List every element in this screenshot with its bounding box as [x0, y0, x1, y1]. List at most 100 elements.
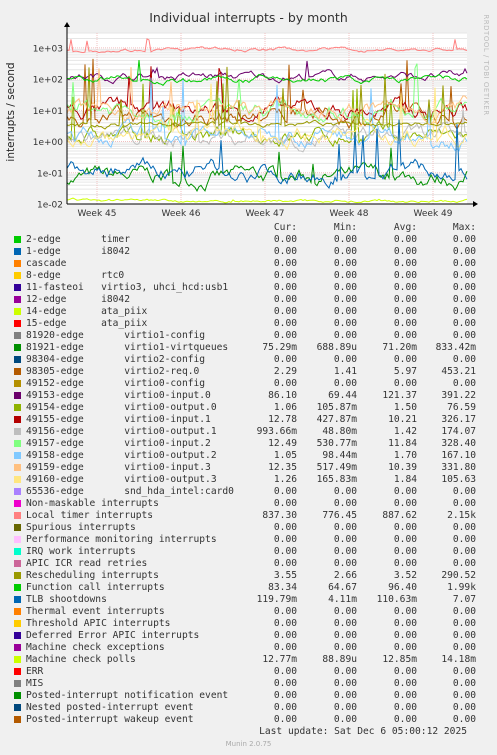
legend-cur-value: 0.00 [273, 642, 297, 653]
legend-row: 49159-edge virtio0-input.3 12.35 517.49m 10… [0, 462, 497, 474]
legend-series-name: 49152-edge virtio0-config [26, 378, 206, 389]
legend-min-value: 0.00 [333, 666, 357, 677]
legend-avg-value: 1.50 [393, 402, 417, 413]
legend-min-value: 530.77m [316, 438, 357, 449]
legend-series-name: Non-maskable interrupts [26, 498, 159, 509]
legend-avg-value: 0.00 [393, 318, 417, 329]
y-tick-label: 1e-02 [37, 201, 63, 211]
x-tick-label: Week 47 [246, 209, 285, 219]
legend-series-name: 49153-edge virtio0-input.0 [26, 390, 211, 401]
legend-swatch [14, 272, 21, 279]
legend-min-value: 0.00 [333, 306, 357, 317]
legend-avg-value: 0.00 [393, 522, 417, 533]
legend-swatch [14, 596, 21, 603]
legend-series-name: 8-edge rtc0 [26, 270, 125, 281]
legend-avg-value: 1.70 [393, 450, 417, 461]
legend-row: 49157-edge virtio0-input.2 12.49 530.77m 11… [0, 438, 497, 450]
legend-min-value: 4.11m [328, 594, 357, 605]
legend-swatch [14, 440, 21, 447]
legend-max-value: 0.00 [452, 522, 476, 533]
legend-swatch [14, 584, 21, 591]
legend-series-name: Threshold APIC interrupts [26, 618, 171, 629]
x-axis-arrow [473, 201, 478, 207]
legend-min-value: 0.00 [333, 282, 357, 293]
legend-cur-value: 0.00 [273, 534, 297, 545]
legend-max-value: 105.63 [441, 474, 476, 485]
legend-cur-value: 837.30 [262, 510, 297, 521]
legend-swatch [14, 560, 21, 567]
legend-min-value: 98.44m [322, 450, 357, 461]
legend-row: Posted-interrupt wakeup event 0.00 0.00 0.0… [0, 714, 497, 726]
legend-min-value: 427.87m [316, 414, 357, 425]
legend-avg-value: 110.63m [376, 594, 417, 605]
legend-row: 49154-edge virtio0-output.0 1.06 105.87m 1.… [0, 402, 497, 414]
legend-avg-value: 0.00 [393, 282, 417, 293]
legend-avg-value: 0.00 [393, 270, 417, 281]
legend-row: Deferred Error APIC interrupts 0.00 0.00 0.… [0, 630, 497, 642]
legend-cur-value: 12.49 [268, 438, 297, 449]
legend-row: APIC ICR read retries 0.00 0.00 0.00 0.00 [0, 558, 497, 570]
legend-series-name: 14-edge ata_piix [26, 306, 148, 317]
legend-swatch [14, 260, 21, 267]
legend-swatch [14, 356, 21, 363]
legend-avg-value: 0.00 [393, 702, 417, 713]
legend-swatch [14, 488, 21, 495]
legend-series-name: 12-edge i8042 [26, 294, 130, 305]
legend-row: Function call interrupts 83.34 64.67 96.40 1… [0, 582, 497, 594]
legend-cur-value: 0.00 [273, 558, 297, 569]
legend-series-name: APIC ICR read retries [26, 558, 148, 569]
legend-swatch [14, 716, 21, 723]
legend-row: Nested posted-interrupt event 0.00 0.00 0.0… [0, 702, 497, 714]
legend-max-value: 0.00 [452, 270, 476, 281]
legend-cur-value: 0.00 [273, 666, 297, 677]
legend-swatch [14, 644, 21, 651]
legend-max-value: 174.07 [441, 426, 476, 437]
y-tick-label: 1e+03 [33, 44, 63, 54]
x-tick-label: Week 46 [162, 209, 201, 219]
legend-row: ERR 0.00 0.00 0.00 0.00 [0, 666, 497, 678]
legend-min-value: 69.44 [328, 390, 357, 401]
legend-max-value: 0.00 [452, 666, 476, 677]
legend-series-name: 11-fasteoi virtio3, uhci_hcd:usb1 [26, 282, 229, 293]
legend-max-value: 326.17 [441, 414, 476, 425]
legend-swatch [14, 392, 21, 399]
legend-series-name: Function call interrupts [26, 582, 165, 593]
legend-avg-value: 887.62 [382, 510, 417, 521]
legend-series-name: 1-edge i8042 [26, 246, 130, 257]
legend-avg-value: 5.97 [393, 366, 417, 377]
legend-max-value: 0.00 [452, 642, 476, 653]
legend-avg-value: 0.00 [393, 354, 417, 365]
legend-max-value: 0.00 [452, 498, 476, 509]
legend-series-name: Performance monitoring interrupts [26, 534, 217, 545]
legend-min-value: 0.00 [333, 270, 357, 281]
legend-series-name: 65536-edge snd_hda_intel:card0 [26, 486, 234, 497]
legend-row: 8-edge rtc0 0.00 0.00 0.00 0.00 [0, 270, 497, 282]
legend-series-name: 49158-edge virtio0-output.2 [26, 450, 217, 461]
legend-min-value: 0.00 [333, 714, 357, 725]
y-tick-label: 1e-01 [37, 169, 63, 179]
legend-avg-value: 0.00 [393, 546, 417, 557]
legend-max-value: 0.00 [452, 630, 476, 641]
legend-series-name: 2-edge timer [26, 234, 130, 245]
legend-max-value: 833.42m [435, 342, 476, 353]
legend-avg-value: 71.20m [382, 342, 417, 353]
legend-max-value: 2.15k [447, 510, 476, 521]
legend-min-value: 2.66 [333, 570, 357, 581]
legend-min-value: 88.89u [322, 654, 357, 665]
legend-cur-value: 0.00 [273, 294, 297, 305]
legend-swatch [14, 572, 21, 579]
legend-swatch [14, 368, 21, 375]
legend-series-name: 49155-edge virtio0-input.1 [26, 414, 211, 425]
legend-series-name: Rescheduling interrupts [26, 570, 159, 581]
x-tick-label: Week 49 [414, 209, 453, 219]
legend-max-value: 0.00 [452, 354, 476, 365]
legend-avg-value: 0.00 [393, 666, 417, 677]
legend-min-value: 0.00 [333, 258, 357, 269]
legend-avg-value: 0.00 [393, 378, 417, 389]
legend-cur-value: 86.10 [268, 390, 297, 401]
legend-swatch [14, 548, 21, 555]
legend-avg-value: 0.00 [393, 258, 417, 269]
legend-avg-value: 10.21 [388, 414, 417, 425]
legend-max-value: 14.18m [441, 654, 476, 665]
legend-row: 81920-edge virtio1-config 0.00 0.00 0.00 0.0… [0, 330, 497, 342]
